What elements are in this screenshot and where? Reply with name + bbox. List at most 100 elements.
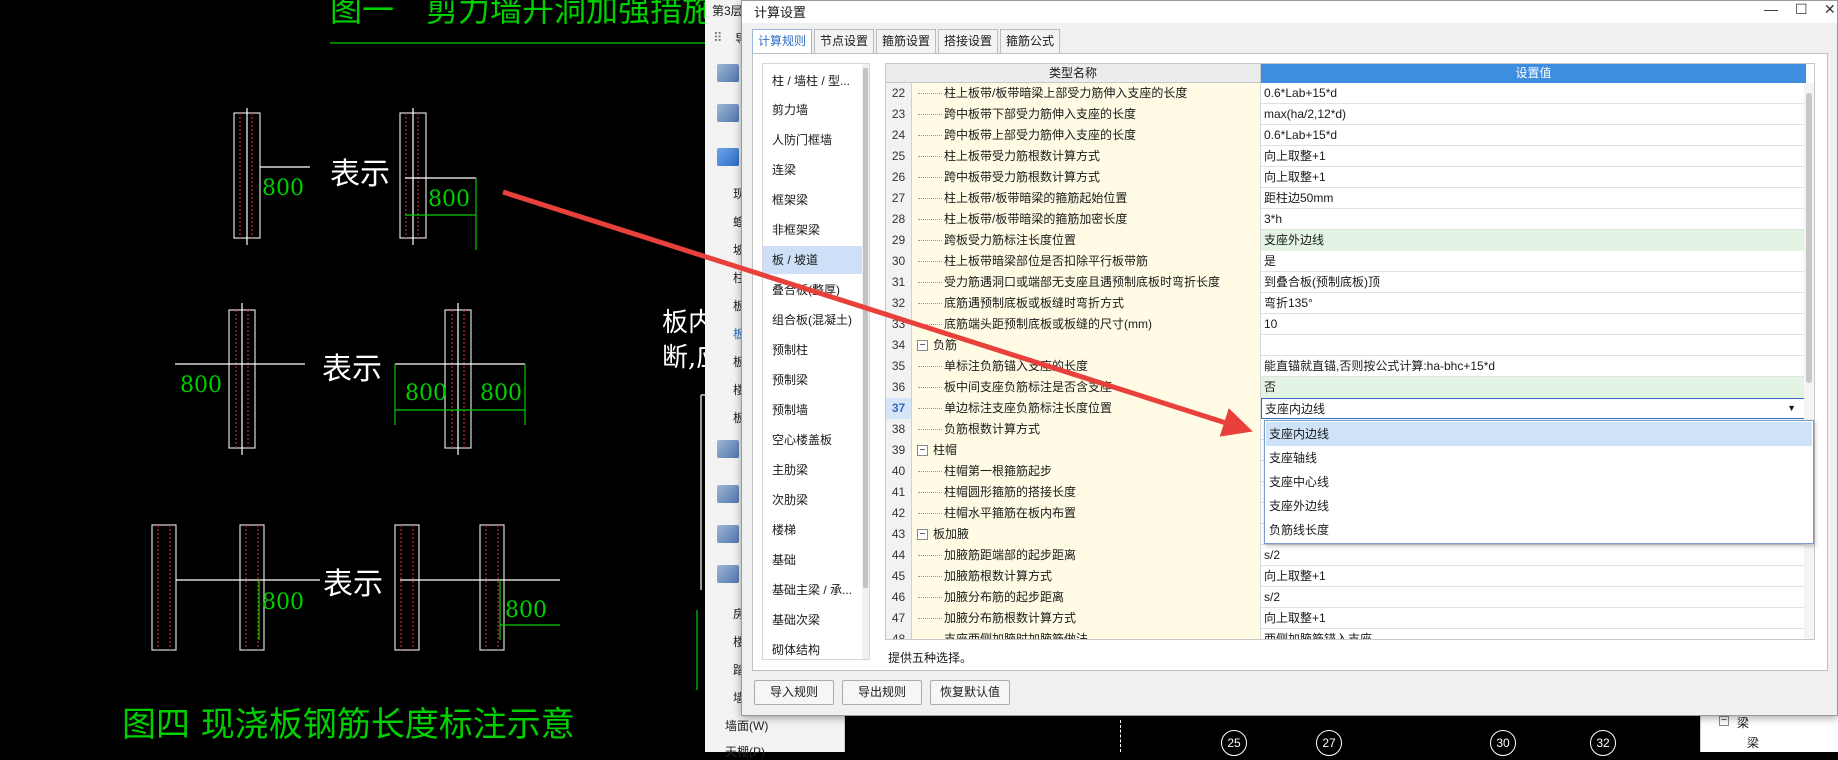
wall-icon[interactable] [717,104,739,122]
table-row[interactable]: 30 柱上板带暗梁部位是否扣除平行板带筋 是 [886,251,1814,272]
table-row[interactable]: 28 柱上板带/板带暗梁的箍筋加密长度 3*h [886,209,1814,230]
title-bar[interactable]: 计算设置 — ☐ ✕ [742,1,1837,23]
tree-item[interactable]: 梁 [1737,714,1749,731]
setting-value-cell[interactable]: 向上取整+1 [1261,608,1806,629]
foundation-icon[interactable] [717,525,739,543]
close-button[interactable]: ✕ [1824,1,1836,18]
column-icon[interactable] [717,64,739,82]
setting-value-cell[interactable]: 能直锚就直锚,否则按公式计算:ha-bhc+15*d [1261,356,1806,377]
export-rules-button[interactable]: 导出规则 [842,680,922,705]
collapse-toggle-icon[interactable]: − [917,445,928,457]
category-item[interactable]: 剪力墙 [763,96,863,124]
dropdown-option[interactable]: 支座外边线 [1266,494,1812,518]
table-row[interactable]: 35 单标注负筋锚入支座的长度 能直锚就直锚,否则按公式计算:ha-bhc+15*d [886,356,1814,377]
setting-value-cell[interactable]: s/2 [1261,587,1806,608]
category-item[interactable]: 组合板(混凝土) [763,306,863,334]
category-scrollbar[interactable] [862,64,869,659]
table-row[interactable]: 23 跨中板带下部受力筋伸入支座的长度 max(ha/2,12*d) [886,104,1814,125]
table-row[interactable]: 26 跨中板带受力筋根数计算方式 向上取整+1 [886,167,1814,188]
category-item[interactable]: 预制墙 [763,396,863,424]
restore-defaults-button[interactable]: 恢复默认值 [930,680,1010,705]
setting-value-cell[interactable]: 弯折135° [1261,293,1806,314]
table-row[interactable]: 45 加腋筋根数计算方式 向上取整+1 [886,566,1814,587]
slab-icon[interactable] [717,148,739,166]
category-item-selected[interactable]: 板 / 坡道 [763,246,863,274]
setting-value-cell[interactable]: 3*h [1261,209,1806,230]
category-item[interactable]: 楼梯 [763,516,863,544]
tab-calc-rules[interactable]: 计算规则 [752,29,812,54]
collapse-toggle-icon[interactable]: − [917,340,928,352]
category-item[interactable]: 基础次梁 [763,606,863,634]
sidebar-item-wall-surface[interactable]: 墙面(W) [725,717,768,734]
import-rules-button[interactable]: 导入规则 [754,680,834,705]
setting-value-cell[interactable]: s/2 [1261,545,1806,566]
table-row[interactable]: 37 单边标注支座负筋标注长度位置 支座内边线 ▼ [886,398,1814,419]
category-item[interactable]: 基础 [763,546,863,574]
setting-value-cell[interactable]: 支座外边线 [1261,230,1806,251]
header-type-name[interactable]: 类型名称 [886,64,1261,83]
tree-item[interactable]: 梁 [1747,734,1759,751]
setting-value-cell[interactable]: 0.6*Lab+15*d [1261,125,1806,146]
masonry-icon[interactable] [717,565,739,583]
category-list[interactable]: 柱 / 墙柱 / 型... 剪力墙 人防门框墙 连梁 框架梁 非框架梁 板 / … [762,63,870,660]
category-item[interactable]: 预制柱 [763,336,863,364]
setting-value-cell[interactable] [1261,335,1806,356]
table-row[interactable]: 22 柱上板带/板带暗梁上部受力筋伸入支座的长度 0.6*Lab+15*d [886,83,1814,104]
dropdown-option[interactable]: 支座内边线 [1266,422,1812,446]
table-row[interactable]: 31 受力筋遇洞口或端部无支座且遇预制底板时弯折长度 到叠合板(预制底板)顶 [886,272,1814,293]
setting-value-combobox[interactable]: 支座内边线 ▼ [1261,398,1806,419]
table-row[interactable]: 24 跨中板带上部受力筋伸入支座的长度 0.6*Lab+15*d [886,125,1814,146]
setting-value-cell[interactable]: max(ha/2,12*d) [1261,104,1806,125]
category-item[interactable]: 基础主梁 / 承... [763,576,863,604]
tab-lap-settings[interactable]: 搭接设置 [938,29,998,53]
collapse-toggle-icon[interactable]: − [917,529,928,541]
category-item[interactable]: 柱 / 墙柱 / 型... [763,67,863,95]
setting-value-cell[interactable]: 是 [1261,251,1806,272]
category-item[interactable]: 主肋梁 [763,456,863,484]
table-row[interactable]: 27 柱上板带/板带暗梁的箍筋起始位置 距柱边50mm [886,188,1814,209]
drag-handle-icon[interactable]: ⠿ [713,30,723,46]
table-group-row[interactable]: 34− 负筋 [886,335,1814,356]
table-row[interactable]: 25 柱上板带受力筋根数计算方式 向上取整+1 [886,146,1814,167]
setting-value-cell[interactable]: 距柱边50mm [1261,188,1806,209]
category-item[interactable]: 人防门框墙 [763,126,863,154]
category-item[interactable]: 连梁 [763,156,863,184]
rib-beam-icon[interactable] [717,440,739,458]
category-item[interactable]: 空心楼盖板 [763,426,863,454]
setting-value-cell[interactable]: 向上取整+1 [1261,146,1806,167]
header-setting-value[interactable]: 设置值 [1261,64,1806,83]
table-row[interactable]: 44 加腋筋距端部的起步距离 s/2 [886,545,1814,566]
dropdown-arrow-icon[interactable]: ▼ [1787,399,1796,418]
table-row[interactable]: 36 板中间支座负筋标注是否含支座 否 [886,377,1814,398]
table-row[interactable]: 33 底筋端头距预制底板或板缝的尺寸(mm) 10 [886,314,1814,335]
setting-value-cell[interactable]: 否 [1261,377,1806,398]
table-row[interactable]: 48 支座两侧加腋时加腋筋做法 两侧加腋筋锚入支座 [886,629,1814,639]
dropdown-option[interactable]: 负筋线长度 [1266,518,1812,542]
setting-value-cell[interactable]: 向上取整+1 [1261,167,1806,188]
maximize-button[interactable]: ☐ [1795,1,1808,18]
setting-value-cell[interactable]: 10 [1261,314,1806,335]
table-scrollbar[interactable] [1804,83,1814,639]
setting-value-cell[interactable]: 0.6*Lab+15*d [1261,83,1806,104]
minimize-button[interactable]: — [1764,1,1778,17]
table-row[interactable]: 32 底筋遇预制底板或板缝时弯折方式 弯折135° [886,293,1814,314]
table-row[interactable]: 29 跨板受力筋标注长度位置 支座外边线 [886,230,1814,251]
category-item[interactable]: 预制梁 [763,366,863,394]
category-item[interactable]: 次肋梁 [763,486,863,514]
dropdown-option[interactable]: 支座中心线 [1266,470,1812,494]
setting-value-cell[interactable]: 两侧加腋筋锚入支座 [1261,629,1806,639]
tree-expand-icon[interactable]: − [1719,716,1729,726]
tab-stirrup-formula[interactable]: 箍筋公式 [1000,29,1060,53]
category-item[interactable]: 框架梁 [763,186,863,214]
dropdown-option[interactable]: 支座轴线 [1266,446,1812,470]
setting-value-cell[interactable]: 向上取整+1 [1261,566,1806,587]
tab-node-settings[interactable]: 节点设置 [814,29,874,53]
category-item[interactable]: 叠合板(整厚) [763,276,863,304]
table-row[interactable]: 47 加腋分布筋根数计算方式 向上取整+1 [886,608,1814,629]
stair-icon[interactable] [717,485,739,503]
setting-value-cell[interactable]: 到叠合板(预制底板)顶 [1261,272,1806,293]
table-row[interactable]: 46 加腋分布筋的起步距离 s/2 [886,587,1814,608]
category-item[interactable]: 砌体结构 [763,636,863,659]
tab-stirrup-settings[interactable]: 箍筋设置 [876,29,936,53]
category-item[interactable]: 非框架梁 [763,216,863,244]
